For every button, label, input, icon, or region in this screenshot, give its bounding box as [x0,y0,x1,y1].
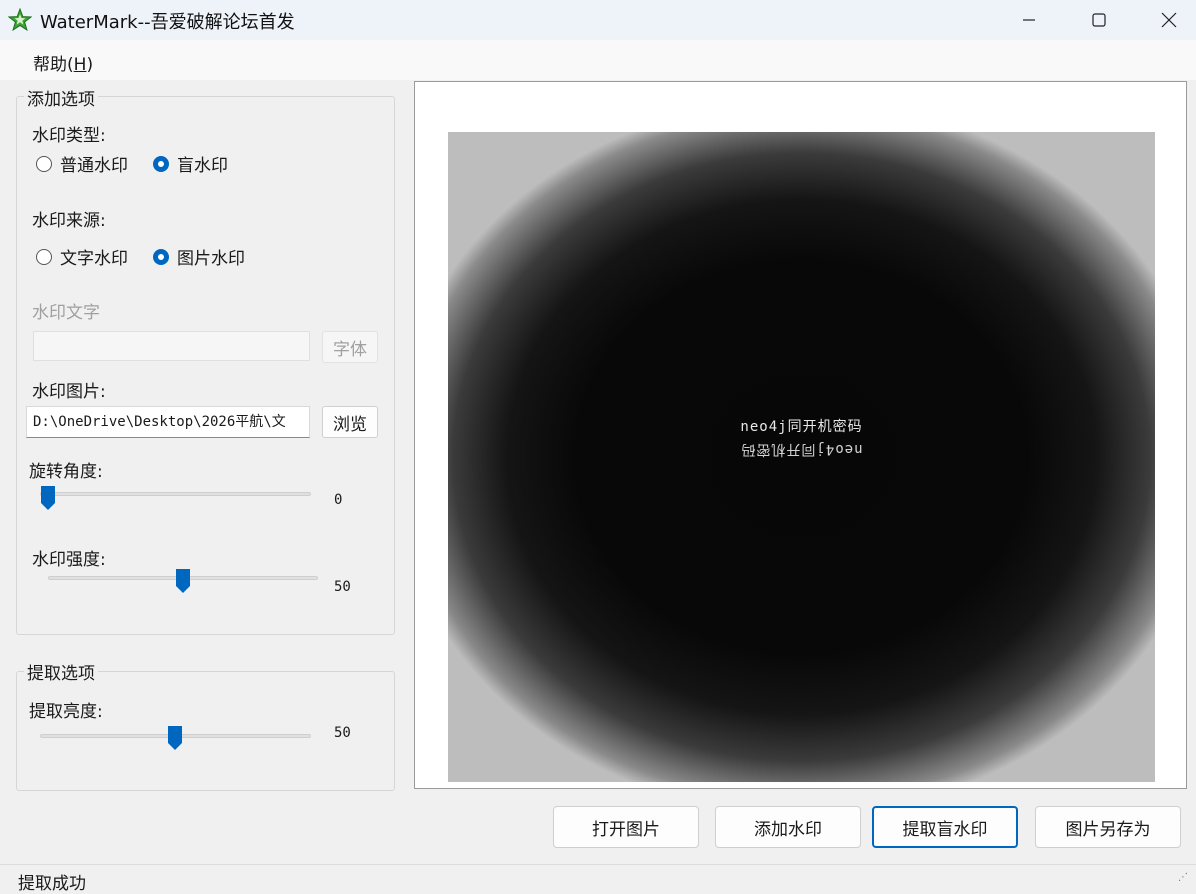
image-preview-panel: neo4j同开机密码 neo4j同开机密码 [414,81,1187,789]
close-icon [1161,12,1177,28]
maximize-button[interactable] [1064,0,1134,40]
radio-label: 普通水印 [60,156,128,176]
radio-label: 盲水印 [177,156,228,176]
radio-indicator-selected [153,248,169,265]
star-icon [8,8,32,32]
radio-indicator [36,248,52,265]
open-image-button[interactable]: 打开图片 [553,806,699,848]
font-button[interactable]: 字体 [322,331,378,363]
browse-button[interactable]: 浏览 [322,406,378,438]
menu-bar [0,40,1196,80]
maximize-icon [1092,13,1106,27]
menu-help-label-close: ) [86,55,94,75]
watermark-image-path-input[interactable]: D:\OneDrive\Desktop\2026平航\文 [26,406,310,438]
status-text: 提取成功 [18,874,86,894]
menu-help-label: 帮助( [33,55,74,75]
rotation-angle-label: 旋转角度: [29,462,103,482]
radio-text-watermark[interactable]: 文字水印 [36,244,128,269]
watermark-text-input[interactable] [33,331,310,361]
add-watermark-button[interactable]: 添加水印 [715,806,861,848]
extract-brightness-label: 提取亮度: [29,702,103,722]
status-bar [0,864,1196,889]
rotation-slider-thumb[interactable] [40,485,56,511]
add-options-title: 添加选项 [24,85,98,110]
brightness-slider-thumb[interactable] [167,725,183,751]
menu-help-accelerator: H [73,55,87,75]
menu-help[interactable]: 帮助(H) [33,50,93,75]
brightness-value: 50 [334,725,351,741]
minimize-button[interactable] [994,0,1064,40]
preview-image: neo4j同开机密码 neo4j同开机密码 [448,132,1155,782]
radio-image-watermark[interactable]: 图片水印 [153,244,245,269]
watermark-strength-label: 水印强度: [32,550,106,570]
extracted-watermark-text: neo4j同开机密码 [740,419,863,435]
resize-grip-icon[interactable]: ⋰ [1178,872,1188,883]
extracted-watermark-text-mirrored: neo4j同开机密码 [740,441,863,457]
extract-options-title: 提取选项 [24,659,98,684]
minimize-icon [1023,19,1035,21]
radio-indicator-selected [153,155,169,172]
rotation-slider-track[interactable] [40,492,311,496]
radio-blind-watermark[interactable]: 盲水印 [153,151,228,176]
save-image-as-button[interactable]: 图片另存为 [1035,806,1181,848]
radio-label: 文字水印 [60,249,128,269]
radio-indicator [36,155,52,172]
extract-blind-watermark-button[interactable]: 提取盲水印 [872,806,1018,848]
close-button[interactable] [1134,0,1196,40]
watermark-image-label: 水印图片: [32,382,106,402]
radio-normal-watermark[interactable]: 普通水印 [36,151,128,176]
rotation-value: 0 [334,492,343,508]
radio-label: 图片水印 [177,249,245,269]
watermark-text-label: 水印文字 [32,303,100,323]
watermark-type-label: 水印类型: [32,126,106,146]
window-title: WaterMark--吾爱破解论坛首发 [40,12,295,33]
watermark-source-label: 水印来源: [32,211,106,231]
strength-slider-thumb[interactable] [175,568,191,594]
strength-value: 50 [334,579,351,595]
